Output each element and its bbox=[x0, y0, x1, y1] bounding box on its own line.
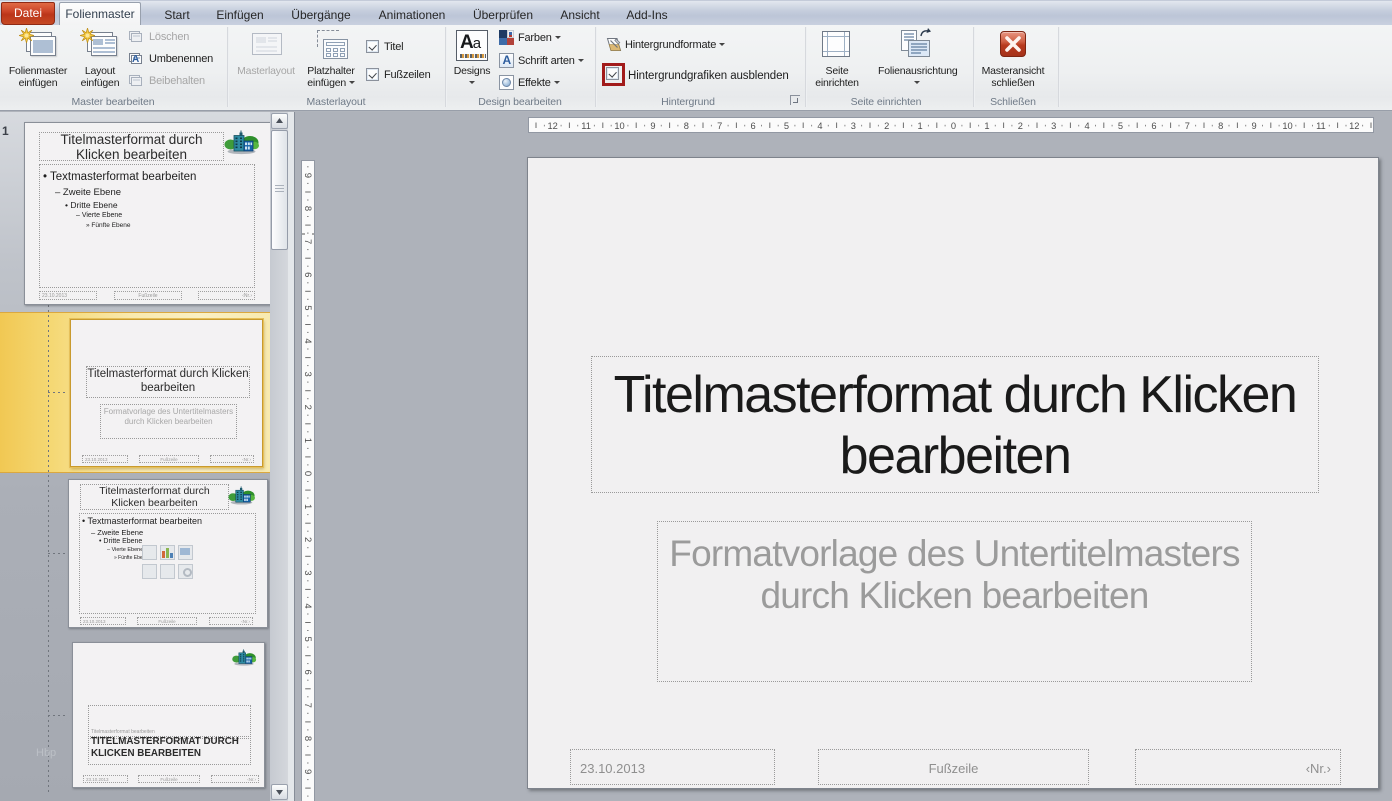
svg-text:0: 0 bbox=[951, 121, 956, 131]
svg-text:9: 9 bbox=[650, 121, 655, 131]
svg-text:8: 8 bbox=[302, 736, 313, 741]
svg-text:3: 3 bbox=[1051, 121, 1056, 131]
svg-text:1: 1 bbox=[984, 121, 989, 131]
svg-text:1: 1 bbox=[918, 121, 923, 131]
svg-text:5: 5 bbox=[1118, 121, 1123, 131]
svg-text:4: 4 bbox=[302, 603, 313, 608]
svg-text:3: 3 bbox=[302, 570, 313, 575]
svg-text:2: 2 bbox=[302, 405, 313, 410]
svg-text:12: 12 bbox=[1349, 121, 1359, 131]
svg-text:7: 7 bbox=[302, 703, 313, 708]
svg-text:6: 6 bbox=[1151, 121, 1156, 131]
svg-text:0: 0 bbox=[302, 471, 313, 476]
svg-text:7: 7 bbox=[1185, 121, 1190, 131]
svg-text:1: 1 bbox=[302, 438, 313, 443]
svg-text:4: 4 bbox=[817, 121, 822, 131]
svg-text:5: 5 bbox=[784, 121, 789, 131]
svg-text:8: 8 bbox=[302, 206, 313, 211]
svg-text:7: 7 bbox=[717, 121, 722, 131]
svg-text:6: 6 bbox=[751, 121, 756, 131]
svg-text:1: 1 bbox=[302, 504, 313, 509]
svg-text:8: 8 bbox=[1218, 121, 1223, 131]
svg-text:5: 5 bbox=[302, 636, 313, 641]
svg-text:10: 10 bbox=[614, 121, 624, 131]
svg-text:9: 9 bbox=[1252, 121, 1257, 131]
svg-text:3: 3 bbox=[302, 371, 313, 376]
svg-text:2: 2 bbox=[302, 537, 313, 542]
svg-text:4: 4 bbox=[1085, 121, 1090, 131]
svg-text:2: 2 bbox=[1018, 121, 1023, 131]
svg-text:6: 6 bbox=[302, 670, 313, 675]
svg-text:12: 12 bbox=[548, 121, 558, 131]
svg-text:4: 4 bbox=[302, 338, 313, 343]
svg-text:6: 6 bbox=[302, 272, 313, 277]
svg-text:8: 8 bbox=[684, 121, 689, 131]
svg-text:9: 9 bbox=[302, 173, 313, 178]
svg-text:3: 3 bbox=[851, 121, 856, 131]
svg-text:7: 7 bbox=[302, 239, 313, 244]
svg-text:9: 9 bbox=[302, 769, 313, 774]
svg-text:5: 5 bbox=[302, 305, 313, 310]
svg-text:2: 2 bbox=[884, 121, 889, 131]
svg-text:11: 11 bbox=[1316, 121, 1326, 131]
svg-text:10: 10 bbox=[1282, 121, 1292, 131]
svg-text:11: 11 bbox=[581, 121, 591, 131]
